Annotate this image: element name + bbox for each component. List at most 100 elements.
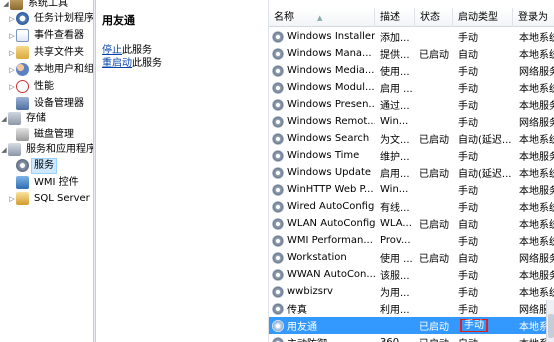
table-row[interactable]: WLAN AutoConfig WLA... 已启动自动 本地系统 [269, 215, 554, 232]
column-header-desc[interactable]: 描述 [375, 8, 415, 27]
collapse-arrow-icon[interactable]: ◢ [0, 110, 8, 127]
cell-logon: 本地系统 [513, 80, 554, 95]
cell-start-type: 手动 [453, 29, 513, 44]
column-header-state[interactable]: 状态 [415, 8, 453, 27]
cell-logon: 网络服务 [513, 250, 554, 265]
expand-arrow-icon[interactable]: ▷ [8, 10, 16, 27]
expand-arrow-icon[interactable]: ▷ [8, 44, 16, 61]
table-row[interactable]: WMI Performan... Prov... 手动 本地系统 [269, 232, 554, 249]
tree-item-label: 共享文件夹 [34, 46, 84, 58]
table-row[interactable]: wwbizsrv 为用... 手动 本地系统 [269, 283, 554, 300]
cell-logon-text: 本地服务 [519, 186, 554, 197]
column-header-start[interactable]: 启动类型 [453, 8, 513, 27]
cell-name: Windows Remot... [269, 115, 375, 128]
cell-desc: Prov... [375, 235, 415, 246]
sql-server-icon [16, 192, 29, 205]
collapse-arrow-icon[interactable]: ◢ [0, 141, 8, 158]
service-gear-icon [272, 285, 284, 298]
table-row[interactable]: Windows Update 启用... 已启动自动(延迟... 本地系统 [269, 164, 554, 181]
cell-desc: WLA... [375, 218, 415, 229]
service-gear-icon [272, 115, 284, 128]
cell-desc: Win... [375, 184, 415, 195]
table-row[interactable]: Windows Presen... 通过... 手动 本地服务 [269, 96, 554, 113]
tree-item-label: 存储 [26, 112, 46, 124]
tree-item-wmi-control[interactable]: WMI 控件 [16, 174, 82, 191]
tree-item-services-apps[interactable]: ◢ 服务和应用程序 [0, 141, 93, 158]
table-row[interactable]: Windows Search 为文... 已启动自动(延迟... 本地系统 [269, 130, 554, 147]
stop-service-link[interactable]: 停止 [102, 45, 122, 56]
table-row[interactable]: Windows Modul... 启用 ... 手动 本地系统 [269, 79, 554, 96]
service-name: Windows Update [287, 167, 372, 178]
cell-name: 传真 [269, 301, 375, 316]
service-gear-icon [272, 183, 284, 196]
service-gear-icon [272, 268, 284, 281]
cell-state: 已启动 [415, 250, 453, 265]
cell-state-text: 已启动 [419, 50, 449, 61]
gear-icon [16, 159, 29, 172]
table-row[interactable]: Windows Mana... 提供... 已启动自动 本地系统 [269, 45, 554, 62]
cell-name: Windows Modul... [269, 81, 375, 94]
tree-item-event-viewer[interactable]: ▷ 事件查看器 [8, 27, 87, 44]
cell-desc-text: 利用... [380, 305, 410, 316]
column-header-logon[interactable]: 登录为 [513, 8, 554, 27]
table-row[interactable]: 传真利用...手动网络服务 [269, 300, 554, 317]
cell-logon-text: 本地服务 [519, 271, 554, 282]
restart-suffix: 此服务 [132, 58, 162, 69]
table-row[interactable]: Windows Installer 添加... 手动 本地系统 [269, 28, 554, 45]
service-gear-icon [272, 47, 284, 60]
cell-start-type: 手动 [453, 267, 513, 282]
tree-item-task-scheduler[interactable]: ▷ 任务计划程序 [8, 10, 93, 27]
vertical-scrollbar[interactable] [546, 300, 554, 342]
cell-desc: 维护... [375, 148, 415, 163]
cell-desc-text: Win... [380, 116, 409, 127]
table-row[interactable]: Wired AutoConfig 有线... 手动 本地系统 [269, 198, 554, 215]
tree-item-services[interactable]: 服务 [16, 157, 57, 174]
table-row[interactable]: 主动防御360...已启动自动本地系统 [269, 334, 554, 342]
cell-state-text: 已启动 [419, 254, 449, 265]
tree-item-storage[interactable]: ◢ 存储 [0, 110, 49, 127]
services-apps-icon [8, 143, 21, 156]
expand-arrow-icon[interactable]: ▷ [8, 27, 16, 44]
table-row[interactable]: Windows Media... 使用... 手动 网络服务 [269, 62, 554, 79]
cell-start-type: 手动 [453, 199, 513, 214]
tree-item-sql-server[interactable]: ▷ SQL Server [8, 190, 93, 207]
table-row[interactable]: WinHTTP Web P... Win... 手动 本地服务 [269, 181, 554, 198]
storage-icon [8, 112, 21, 125]
tree-item-performance[interactable]: ▷ 性能 [8, 78, 57, 95]
expand-arrow-icon[interactable]: ▷ [8, 61, 16, 78]
table-row[interactable]: Windows Remot... Win... 手动 网络服务 [269, 113, 554, 130]
cell-desc: 添加... [375, 29, 415, 44]
service-gear-icon [272, 319, 284, 332]
cell-desc-text: Win... [380, 184, 409, 195]
cell-state-text: 已启动 [419, 322, 449, 333]
tree-item-label: 系统工具 [28, 0, 68, 9]
expand-arrow-icon[interactable]: ▷ [8, 78, 16, 95]
cell-state-text: 已启动 [419, 135, 449, 146]
cell-desc: 使用... [375, 63, 415, 78]
cell-start-type-text: 手动 [458, 152, 478, 163]
wmi-icon [16, 176, 29, 189]
service-gear-icon [272, 251, 284, 264]
cell-desc-text: 通过... [380, 101, 410, 112]
cell-logon-text: 本地系统 [519, 288, 554, 299]
restart-action: 重启动此服务 [102, 57, 162, 70]
scrollbar-thumb[interactable] [548, 314, 554, 338]
table-row[interactable]: WWAN AutoCon... 该服... 手动 本地服务 [269, 266, 554, 283]
cell-name: Windows Search [269, 132, 375, 145]
restart-service-link[interactable]: 重启动 [102, 58, 132, 69]
table-row[interactable]: Workstation 使用 ... 已启动自动 网络服务 [269, 249, 554, 266]
tree-item-local-users[interactable]: ▷ 本地用户和组 [8, 61, 93, 78]
cell-logon: 本地系统 [513, 216, 554, 231]
cell-logon: 网络服务 [513, 114, 554, 129]
table-row[interactable]: 用友通已启动手动本地系统 [269, 317, 554, 334]
cell-state-text: 已启动 [419, 220, 449, 231]
expand-arrow-icon[interactable]: ▷ [8, 190, 16, 207]
service-name: WLAN AutoConfig [287, 218, 375, 229]
table-row[interactable]: Windows Time 维护... 手动 本地服务 [269, 147, 554, 164]
cell-start-type-text: 手动 [458, 84, 478, 95]
cell-desc: 为用... [375, 284, 415, 299]
column-header-name[interactable]: 名称 ▲ [269, 8, 375, 27]
cell-logon: 本地系统 [513, 233, 554, 248]
service-list: 名称 ▲ 描述 状态 启动类型 登录为 Windows Installer 添加.… [268, 0, 554, 342]
tree-item-shared-folders[interactable]: ▷ 共享文件夹 [8, 44, 87, 61]
